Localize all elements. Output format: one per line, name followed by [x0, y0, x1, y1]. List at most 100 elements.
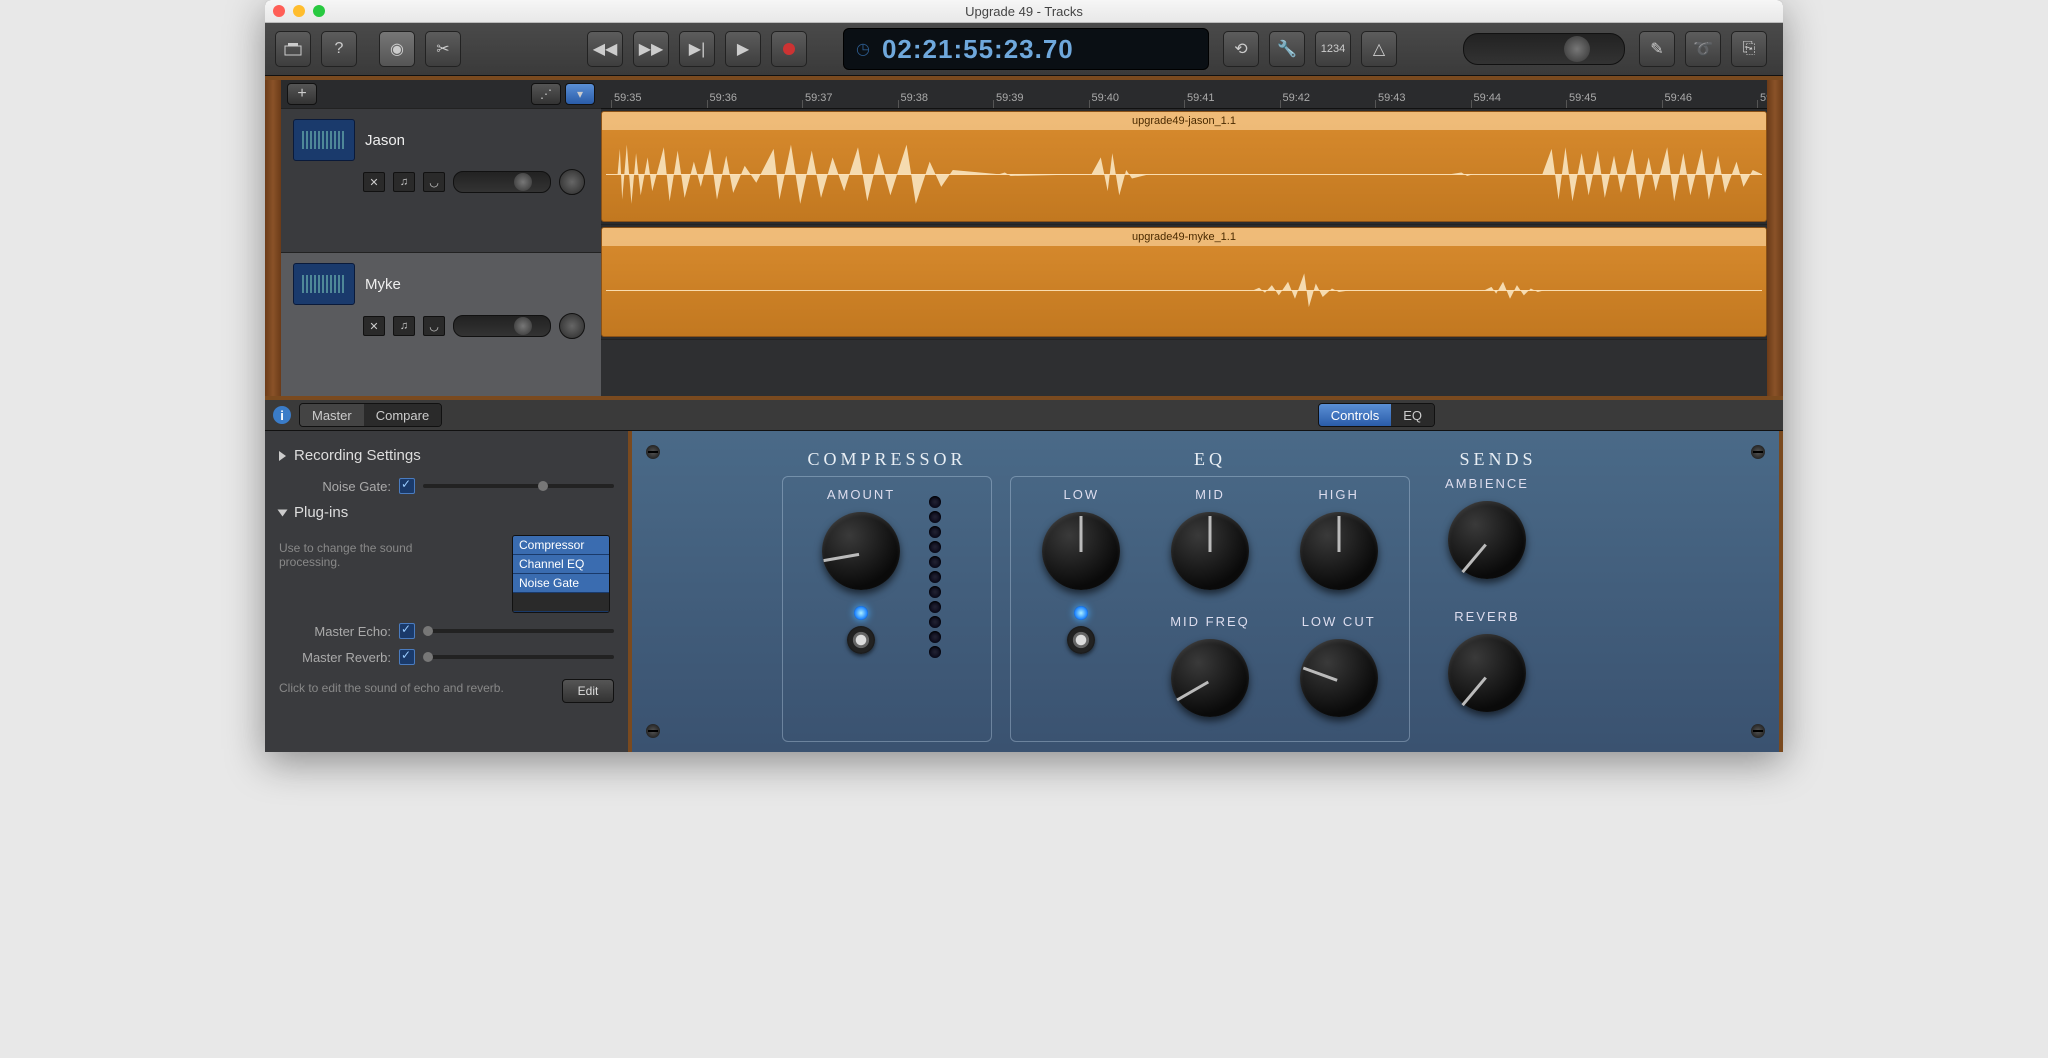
noise-gate-checkbox[interactable] — [399, 478, 415, 494]
plugin-item[interactable]: Channel EQ — [513, 555, 609, 574]
ruler-mark: 59:46 — [1665, 92, 1693, 104]
edit-button[interactable]: Edit — [562, 679, 614, 703]
waveform — [606, 132, 1762, 217]
wood-right — [1767, 80, 1783, 396]
ruler-mark: 59:37 — [805, 92, 833, 104]
slider-thumb[interactable] — [1564, 36, 1590, 62]
smart-controls-button[interactable]: ◉ — [379, 31, 415, 67]
play-button[interactable]: ▶ — [725, 31, 761, 67]
master-reverb-checkbox[interactable] — [399, 649, 415, 665]
catch-playhead-button[interactable]: ▾ — [565, 83, 595, 105]
slider-thumb[interactable] — [514, 317, 532, 335]
master-reverb-slider[interactable] — [423, 655, 614, 659]
count-in-button[interactable]: 1234 — [1315, 31, 1351, 67]
master-echo-label: Master Echo: — [279, 624, 391, 639]
volume-slider[interactable] — [453, 171, 551, 193]
compressor-amount-knob[interactable] — [816, 506, 906, 596]
input-monitor-button[interactable]: ◡ — [423, 316, 445, 336]
ambience-knob[interactable] — [1442, 495, 1532, 585]
quick-help-button[interactable]: ? — [321, 31, 357, 67]
compare-tab[interactable]: Compare — [364, 404, 441, 426]
add-track-button[interactable]: + — [287, 83, 317, 105]
editors-button[interactable]: ✂ — [425, 31, 461, 67]
close-icon[interactable] — [273, 5, 285, 17]
echo-reverb-help: Click to edit the sound of echo and reve… — [279, 681, 552, 695]
metronome-button[interactable]: △ — [1361, 31, 1397, 67]
plugin-item[interactable]: Compressor — [513, 536, 609, 555]
track-headers: + ⋰ ▾ Jason ✕ ♫ ◡ — [281, 80, 601, 396]
ruler-mark: 59:43 — [1378, 92, 1406, 104]
master-reverb-label: Master Reverb: — [279, 650, 391, 665]
solo-button[interactable]: ♫ — [393, 316, 415, 336]
track-thumbnail — [293, 263, 355, 305]
ruler-mark: 59:35 — [614, 92, 642, 104]
eq-high-knob[interactable] — [1294, 506, 1384, 596]
mute-button[interactable]: ✕ — [363, 172, 385, 192]
track-lane-jason[interactable]: upgrade49-jason_1.1 — [601, 109, 1767, 225]
eq-low-knob[interactable] — [1036, 506, 1126, 596]
mute-button[interactable]: ✕ — [363, 316, 385, 336]
pan-knob[interactable] — [559, 313, 585, 339]
track-header-myke[interactable]: Myke ✕ ♫ ◡ — [281, 252, 601, 396]
eq-high-label: HIGH — [1286, 487, 1391, 502]
app-window: Upgrade 49 - Tracks ? ◉ ✂ ◀◀ ▶▶ ▶| ▶ ◷ 0… — [265, 0, 1783, 752]
eq-mid-knob[interactable] — [1165, 506, 1255, 596]
lcd-display[interactable]: ◷ 02:21:55:23.70 — [843, 28, 1209, 70]
master-echo-slider[interactable] — [423, 629, 614, 633]
rewind-button[interactable]: ◀◀ — [587, 31, 623, 67]
recording-settings-disclosure[interactable]: Recording Settings — [279, 447, 614, 464]
controls-tab[interactable]: Controls — [1319, 404, 1391, 426]
automation-button[interactable]: ⋰ — [531, 83, 561, 105]
tuner-button[interactable]: 🔧 — [1269, 31, 1305, 67]
stop-button[interactable]: ▶| — [679, 31, 715, 67]
eq-lowcut-label: LOW CUT — [1286, 614, 1391, 629]
solo-button[interactable]: ♫ — [393, 172, 415, 192]
time-ruler[interactable]: 59:3559:3659:3759:3859:3959:4059:4159:42… — [601, 80, 1767, 109]
minimize-icon[interactable] — [293, 5, 305, 17]
ruler-mark: 59:47 — [1760, 92, 1767, 104]
screw-icon — [1751, 445, 1765, 459]
fast-forward-icon: ▶▶ — [639, 39, 664, 59]
eq-lowcut-knob[interactable] — [1294, 633, 1384, 723]
forward-button[interactable]: ▶▶ — [633, 31, 669, 67]
gain-reduction-meter — [925, 487, 945, 661]
record-button[interactable] — [771, 31, 807, 67]
track-lane-myke[interactable]: upgrade49-myke_1.1 — [601, 225, 1767, 341]
master-volume-slider[interactable] — [1463, 33, 1625, 65]
info-icon[interactable]: i — [273, 406, 291, 424]
eq-midfreq-knob[interactable] — [1165, 633, 1255, 723]
reverb-knob[interactable] — [1442, 628, 1532, 718]
track-header-jason[interactable]: Jason ✕ ♫ ◡ — [281, 108, 601, 252]
help-icon: ? — [335, 40, 344, 58]
editor-panel: i Master Compare Controls EQ Recording S… — [265, 400, 1783, 752]
audio-region-myke[interactable]: upgrade49-myke_1.1 — [601, 227, 1767, 338]
master-echo-checkbox[interactable] — [399, 623, 415, 639]
plugin-empty-slot[interactable] — [513, 593, 609, 612]
noise-gate-slider[interactable] — [423, 484, 614, 488]
zoom-icon[interactable] — [313, 5, 325, 17]
ruler-mark: 59:41 — [1187, 92, 1215, 104]
eq-tab[interactable]: EQ — [1391, 404, 1434, 426]
library-button[interactable] — [275, 31, 311, 67]
track-thumbnail — [293, 119, 355, 161]
master-tab[interactable]: Master — [300, 404, 364, 426]
wood-left — [265, 80, 281, 396]
eq-title: EQ — [1010, 449, 1410, 470]
media-browser-button[interactable]: ⎘ — [1731, 31, 1767, 67]
compressor-box: AMOUNT — [782, 476, 992, 742]
loop-browser-button[interactable]: ➰ — [1685, 31, 1721, 67]
wrench-icon: 🔧 — [1277, 39, 1297, 59]
controls-eq-segment: Controls EQ — [1318, 403, 1435, 427]
audio-region-jason[interactable]: upgrade49-jason_1.1 — [601, 111, 1767, 222]
plugin-item[interactable]: Noise Gate — [513, 574, 609, 593]
input-monitor-button[interactable]: ◡ — [423, 172, 445, 192]
cycle-button[interactable]: ⟲ — [1223, 31, 1259, 67]
track-header-toolbar: + ⋰ ▾ — [281, 80, 601, 108]
amount-label: AMOUNT — [801, 487, 921, 502]
plugins-disclosure[interactable]: Plug-ins — [279, 504, 614, 521]
triangle-down-icon — [278, 509, 288, 516]
volume-slider[interactable] — [453, 315, 551, 337]
notepad-button[interactable]: ✎ — [1639, 31, 1675, 67]
slider-thumb[interactable] — [514, 173, 532, 191]
pan-knob[interactable] — [559, 169, 585, 195]
